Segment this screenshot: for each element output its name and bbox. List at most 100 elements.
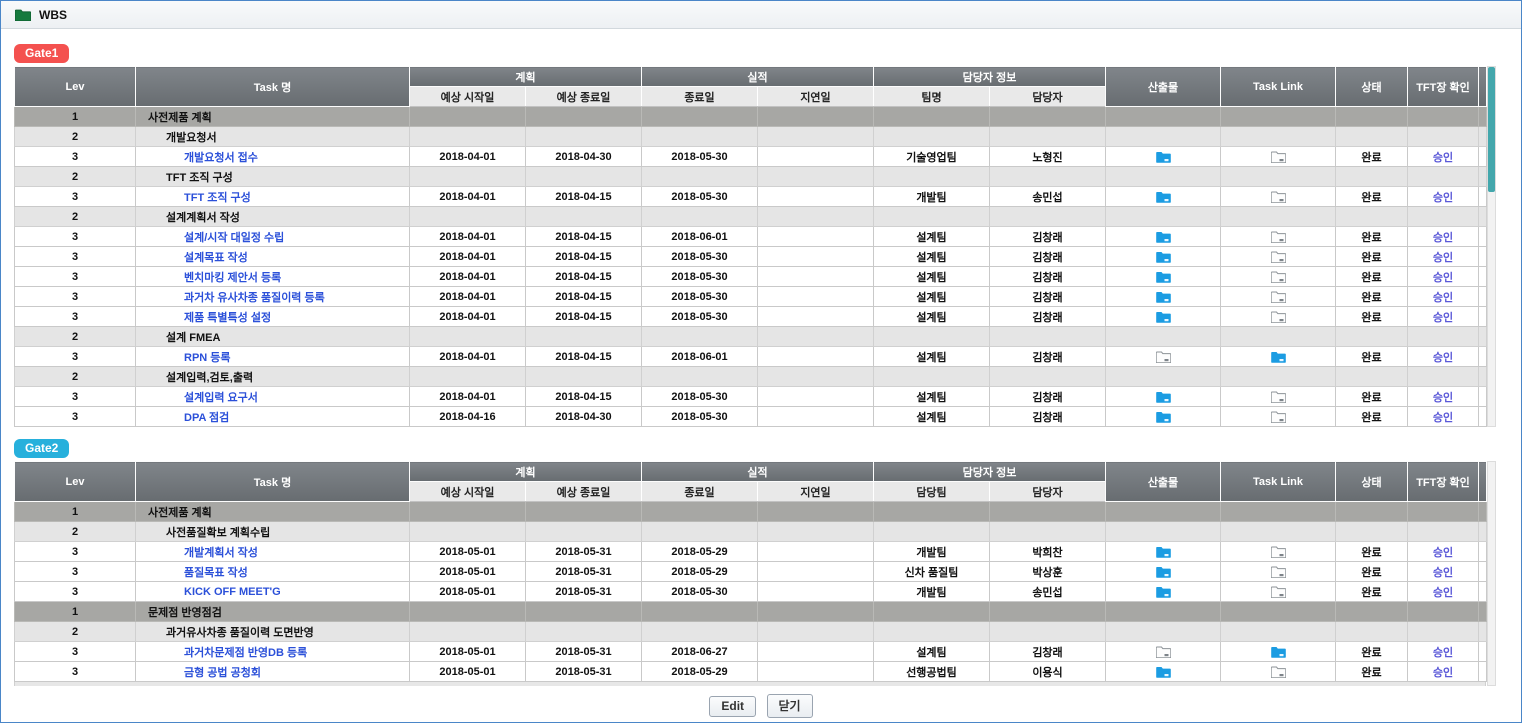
approve-link[interactable]: 승인 [1433,567,1453,579]
delay-cell [758,522,874,542]
vertical-scrollbar[interactable] [1487,66,1496,427]
tft-confirm-cell: 승인 [1408,227,1479,247]
clipped-cell [1479,602,1487,622]
gray-folder-icon[interactable] [1271,190,1286,202]
approve-link[interactable]: 승인 [1433,312,1453,324]
task-link[interactable]: 과거차문제점 반영DB 등록 [138,647,307,659]
expected-end-cell: 2018-05-31 [526,542,642,562]
tft-confirm-cell: 승인 [1408,267,1479,287]
clipped-cell [1479,167,1487,187]
vertical-scrollbar[interactable] [1487,461,1496,686]
task-link[interactable]: TFT 조직 구성 [138,192,251,204]
task-link[interactable]: 과거차 유사차종 품질이력 등록 [138,292,325,304]
approve-link[interactable]: 승인 [1433,412,1453,424]
tft-confirm-cell [1408,167,1479,187]
approve-link[interactable]: 승인 [1433,272,1453,284]
task-link[interactable]: 제품 특별특성 설정 [138,312,271,324]
tft-confirm-cell [1408,502,1479,522]
team-cell [874,502,990,522]
end-date-cell [642,127,758,147]
approve-link[interactable]: 승인 [1433,392,1453,404]
approve-link[interactable]: 승인 [1433,667,1453,679]
level-cell: 1 [15,107,136,127]
gray-folder-icon[interactable] [1271,290,1286,302]
gray-folder-icon[interactable] [1271,150,1286,162]
gray-folder-icon[interactable] [1271,310,1286,322]
approve-link[interactable]: 승인 [1433,252,1453,264]
blue-folder-icon[interactable] [1156,310,1171,322]
blue-folder-icon[interactable] [1156,585,1171,597]
gray-folder-icon[interactable] [1156,350,1171,362]
blue-folder-icon[interactable] [1156,565,1171,577]
gray-folder-icon[interactable] [1271,250,1286,262]
approve-link[interactable]: 승인 [1433,232,1453,244]
task-link[interactable]: 설계목표 작성 [138,252,248,264]
task-link[interactable]: KICK OFF MEET'G [138,586,281,598]
task-link[interactable]: 설계입력 요구서 [138,392,258,404]
blue-folder-icon[interactable] [1271,350,1286,362]
gray-folder-icon[interactable] [1156,645,1171,657]
output-cell [1106,407,1221,427]
task-link[interactable]: 개발요청서 접수 [138,152,258,164]
task-cell: KICK OFF MEET'G [136,582,410,602]
approve-link[interactable]: 승인 [1433,547,1453,559]
approve-link[interactable]: 승인 [1433,587,1453,599]
blue-folder-icon[interactable] [1156,190,1171,202]
blue-folder-icon[interactable] [1271,645,1286,657]
gray-folder-icon[interactable] [1271,410,1286,422]
delay-cell [758,127,874,147]
close-button[interactable]: 닫기 [767,694,813,718]
blue-folder-icon[interactable] [1156,250,1171,262]
delay-cell [758,327,874,347]
task-link[interactable]: 개발계획서 작성 [138,547,258,559]
col-header-delay: 지연일 [758,87,874,107]
gray-folder-icon[interactable] [1271,585,1286,597]
scrollbar-thumb[interactable] [1488,67,1495,192]
end-date-cell: 2018-05-30 [642,582,758,602]
approve-link[interactable]: 승인 [1433,152,1453,164]
task-link[interactable]: 벤치마킹 제안서 등록 [138,272,281,284]
gray-folder-icon[interactable] [1271,545,1286,557]
status-cell: 완료 [1336,267,1408,287]
expected-start-cell: 2018-04-01 [410,387,526,407]
page-title: WBS [39,8,67,22]
clipped-row [14,682,1486,686]
approve-link[interactable]: 승인 [1433,292,1453,304]
expected-start-cell [410,107,526,127]
output-cell [1106,167,1221,187]
task-link[interactable]: 품질목표 작성 [138,567,248,579]
blue-folder-icon[interactable] [1156,410,1171,422]
blue-folder-icon[interactable] [1156,390,1171,402]
approve-link[interactable]: 승인 [1433,352,1453,364]
task-link[interactable]: RPN 등록 [138,352,231,364]
level-cell: 2 [15,367,136,387]
task-link[interactable]: 설계/시작 대일정 수립 [138,232,284,244]
blue-folder-icon[interactable] [1156,230,1171,242]
blue-folder-icon[interactable] [1156,270,1171,282]
task-link[interactable]: DPA 점검 [138,412,229,424]
task-link[interactable]: 금형 공법 공청회 [138,667,261,679]
output-cell [1106,622,1221,642]
output-cell [1106,287,1221,307]
blue-folder-icon[interactable] [1156,665,1171,677]
level-cell: 1 [15,602,136,622]
clipped-cell [1479,582,1487,602]
gray-folder-icon[interactable] [1271,230,1286,242]
tft-confirm-cell [1408,602,1479,622]
gray-folder-icon[interactable] [1271,390,1286,402]
gray-folder-icon[interactable] [1271,270,1286,282]
blue-folder-icon[interactable] [1156,290,1171,302]
gray-folder-icon[interactable] [1271,665,1286,677]
status-cell: 완료 [1336,407,1408,427]
team-cell: 설계팀 [874,307,990,327]
approve-link[interactable]: 승인 [1433,192,1453,204]
clipped-cell [1479,307,1487,327]
blue-folder-icon[interactable] [1156,545,1171,557]
task-link-cell [1221,407,1336,427]
gray-folder-icon[interactable] [1271,565,1286,577]
task-cell: 설계/시작 대일정 수립 [136,227,410,247]
end-date-cell: 2018-05-29 [642,542,758,562]
approve-link[interactable]: 승인 [1433,647,1453,659]
blue-folder-icon[interactable] [1156,150,1171,162]
edit-button[interactable]: Edit [709,696,756,717]
